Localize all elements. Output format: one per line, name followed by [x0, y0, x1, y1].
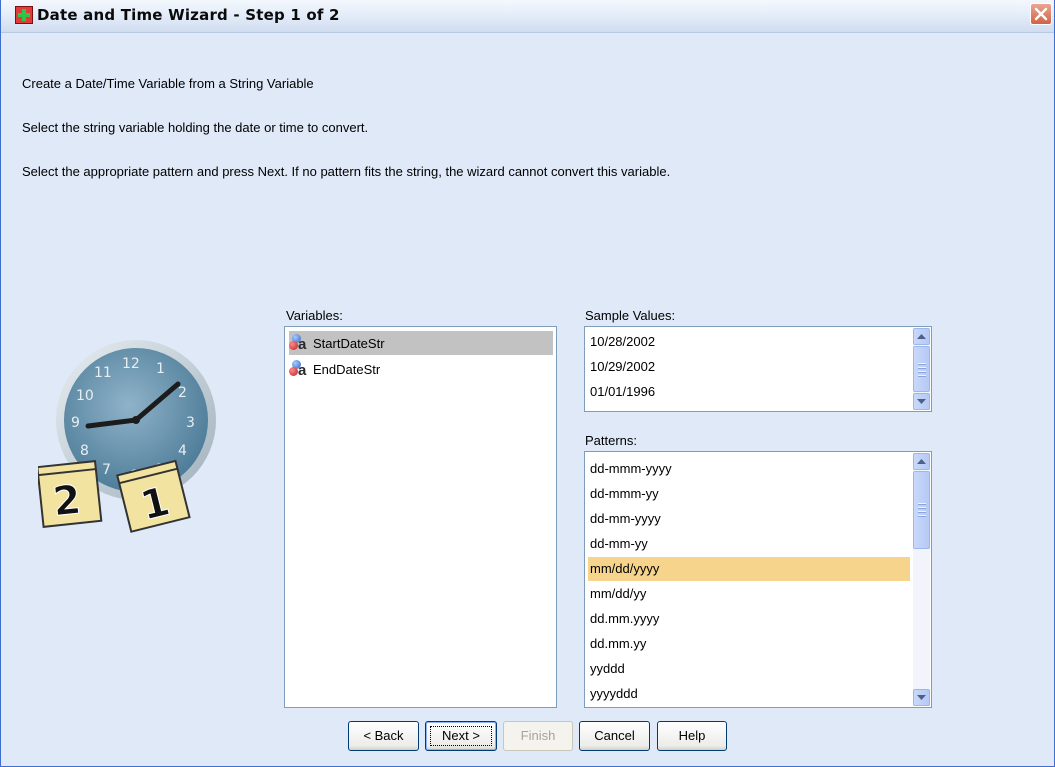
- wizard-window: Date and Time Wizard - Step 1 of 2 Creat…: [0, 0, 1055, 767]
- instruction-select-variable: Select the string variable holding the d…: [22, 120, 369, 135]
- back-button[interactable]: < Back: [348, 721, 419, 751]
- sample-value: 10/28/2002: [590, 334, 656, 349]
- clock-num-11: 11: [94, 365, 112, 381]
- sample-values-scrollbar[interactable]: [913, 328, 930, 410]
- close-icon: [1034, 7, 1048, 21]
- sample-value: 01/01/1996: [590, 384, 656, 399]
- pattern-item[interactable]: dd.mm.yy: [588, 632, 910, 656]
- sample-value: 10/29/2002: [590, 359, 656, 374]
- scroll-thumb[interactable]: [913, 471, 930, 549]
- scroll-up-icon: [917, 459, 926, 464]
- window-title: Date and Time Wizard - Step 1 of 2: [37, 6, 340, 24]
- clock-num-4: 4: [178, 443, 187, 459]
- scroll-down-button[interactable]: [913, 689, 930, 706]
- calendar-day-left: 2: [51, 477, 83, 526]
- finish-button[interactable]: Finish: [503, 721, 573, 751]
- clock-num-12: 12: [122, 356, 140, 372]
- clock-calendar-illustration: 12 1 2 3 4 5 6 7 8 9 10 11 2 1: [38, 340, 216, 533]
- variables-listbox[interactable]: a StartDateStr a EndDateStr: [284, 326, 557, 708]
- clock-num-7: 7: [102, 462, 111, 478]
- string-variable-icon: a: [289, 359, 311, 379]
- clock-num-3: 3: [186, 415, 195, 431]
- variable-item-enddatestr[interactable]: a EndDateStr: [289, 357, 553, 381]
- scroll-down-icon: [917, 399, 926, 404]
- sample-values-listbox[interactable]: 10/28/2002 10/29/2002 01/01/1996: [584, 326, 932, 412]
- pattern-item-selected[interactable]: mm/dd/yyyy: [588, 557, 910, 581]
- clock-num-1: 1: [156, 361, 165, 377]
- patterns-listbox[interactable]: dd-mmm-yyyy dd-mmm-yy dd-mm-yyyy dd-mm-y…: [584, 451, 932, 708]
- scroll-up-button[interactable]: [913, 453, 930, 470]
- clock-num-2: 2: [178, 385, 187, 401]
- scroll-up-icon: [917, 334, 926, 339]
- sample-values-label: Sample Values:: [585, 308, 676, 323]
- close-button[interactable]: [1030, 3, 1052, 25]
- pattern-item[interactable]: dd-mm-yyyy: [588, 507, 910, 531]
- clock-num-10: 10: [76, 388, 94, 404]
- pattern-item[interactable]: dd-mm-yy: [588, 532, 910, 556]
- scroll-up-button[interactable]: [913, 328, 930, 345]
- pattern-item[interactable]: mm/dd/yy: [588, 582, 910, 606]
- help-button[interactable]: Help: [657, 721, 727, 751]
- focus-rect: [430, 726, 492, 746]
- pattern-item[interactable]: dd-mmm-yyyy: [588, 457, 910, 481]
- scroll-thumb[interactable]: [913, 346, 930, 392]
- scroll-down-icon: [917, 695, 926, 700]
- patterns-scrollbar[interactable]: [913, 453, 930, 706]
- title-bar[interactable]: Date and Time Wizard - Step 1 of 2: [1, 0, 1054, 33]
- next-button[interactable]: Next >: [425, 721, 497, 751]
- pattern-item[interactable]: dd-mmm-yy: [588, 482, 910, 506]
- pattern-item[interactable]: dd.mm.yyyy: [588, 607, 910, 631]
- variable-name: EndDateStr: [313, 361, 381, 377]
- instruction-heading: Create a Date/Time Variable from a Strin…: [22, 76, 314, 91]
- cancel-button[interactable]: Cancel: [579, 721, 650, 751]
- clock-num-8: 8: [80, 443, 89, 459]
- instruction-select-pattern: Select the appropriate pattern and press…: [22, 164, 671, 179]
- variable-item-startdatestr[interactable]: a StartDateStr: [289, 331, 553, 355]
- patterns-label: Patterns:: [585, 433, 638, 448]
- variables-label: Variables:: [286, 308, 343, 323]
- pattern-item[interactable]: yyddd: [588, 657, 910, 681]
- scroll-down-button[interactable]: [913, 393, 930, 410]
- pattern-item[interactable]: yyyyddd: [588, 682, 910, 706]
- variable-name: StartDateStr: [313, 335, 385, 351]
- app-icon: [15, 6, 33, 24]
- string-variable-icon: a: [289, 333, 311, 353]
- clock-num-9: 9: [71, 415, 80, 431]
